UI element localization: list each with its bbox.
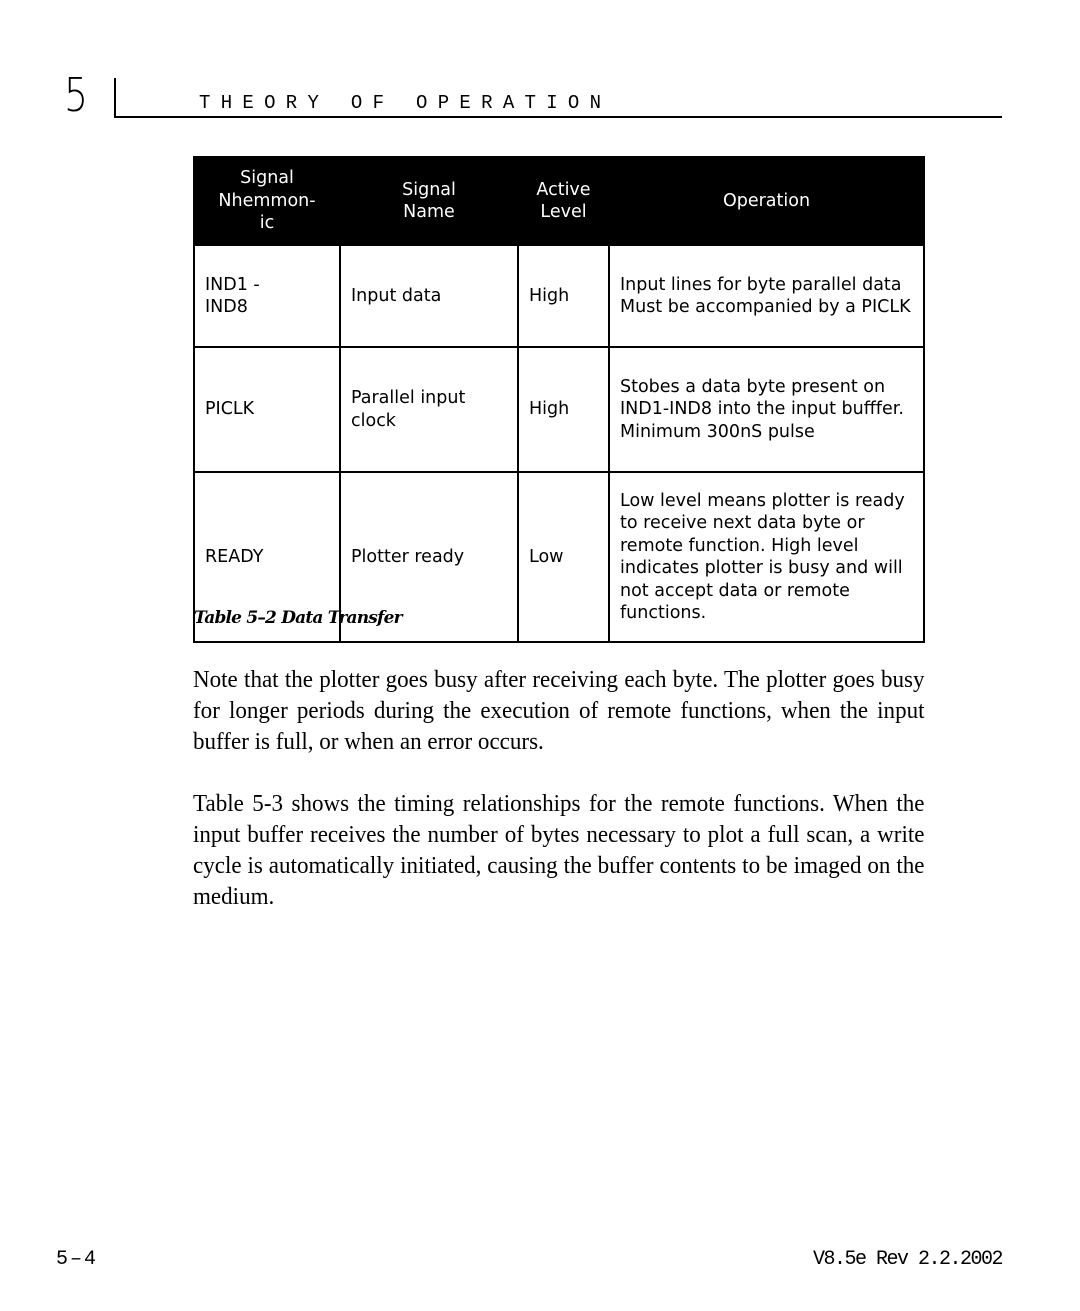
page-number: 5–4 [56,1248,99,1271]
header-line: Operation [722,190,811,211]
header-line: Signal [240,168,294,189]
cell-operation: Low level means plotter is ready to rece… [608,471,925,643]
chapter-number: 5 [64,68,89,122]
header-signal-mnemonic: Signal Nhemmon- ic [193,156,341,246]
table-caption: Table 5–2 Data Transfer [194,608,403,628]
header-line: Level [540,202,587,222]
cell-active-level: High [517,244,610,348]
body-paragraph: Table 5-3 shows the timing relationships… [193,791,925,910]
body-paragraph: Note that the plotter goes busy after re… [193,667,925,755]
cell-active-level: High [517,346,610,473]
table-row: IND1 - IND8 Input data High Input lines … [193,244,925,348]
header-line: Active [536,179,591,200]
header-operation: Operation [608,156,925,246]
data-transfer-table: Signal Nhemmon- ic Signal Name Active Le… [193,156,925,643]
cell-mnemonic: IND1 - IND8 [193,244,341,348]
cell-operation: Input lines for byte parallel data Must … [608,244,925,348]
header-signal-name: Signal Name [339,156,519,246]
header-line: ic [259,213,275,234]
table-header-row: Signal Nhemmon- ic Signal Name Active Le… [193,156,925,246]
document-version: V8.5e Rev 2.2.2002 [812,1248,1004,1271]
cell-active-level: Low [517,471,610,643]
cell-signal-name: Parallel input clock [339,346,519,473]
header-line: Nhemmon- [218,190,316,211]
table-row: PICLK Parallel input clock High Stobes a… [193,346,925,473]
header-active-level: Active Level [517,156,610,246]
chapter-rule-vertical [114,78,116,118]
header-line: Name [403,202,455,222]
cell-operation: Stobes a data byte present on IND1-IND8 … [608,346,925,473]
chapter-rule-horizontal [114,116,1002,118]
chapter-title: THEORY OF OPERATION [199,92,612,114]
header-line: Signal [402,179,456,200]
cell-mnemonic: PICLK [193,346,341,473]
cell-signal-name: Input data [339,244,519,348]
